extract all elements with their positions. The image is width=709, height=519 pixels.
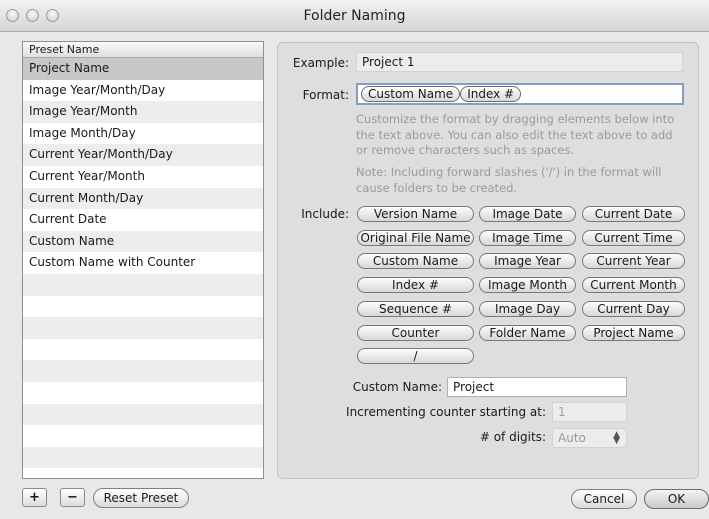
include-element-token[interactable]: Current Date [582, 206, 685, 222]
example-field: Project 1 [356, 52, 683, 72]
preset-list-item[interactable]: Project Name [23, 58, 263, 80]
preset-list-empty-row [23, 360, 263, 382]
format-help-text: Customize the format by dragging element… [356, 112, 675, 157]
include-element-token[interactable]: Project Name [582, 324, 685, 341]
preset-list[interactable]: Preset Name Project Name Image Year/Month… [22, 41, 264, 479]
include-element-token[interactable]: Current Day [582, 300, 685, 317]
include-element-token[interactable]: Image Time [479, 229, 576, 246]
format-field[interactable]: Custom Name Index # [356, 83, 684, 105]
format-token-custom-name[interactable]: Custom Name [361, 86, 461, 102]
include-element-token[interactable]: / [357, 348, 474, 365]
preset-list-empty-row [23, 317, 263, 339]
include-element-token[interactable]: Custom Name [357, 253, 474, 270]
include-element-token[interactable]: Version Name [357, 206, 474, 222]
preset-name-column-header[interactable]: Preset Name [23, 42, 263, 58]
format-label: Format: [302, 88, 349, 102]
preset-list-item[interactable]: Custom Name [23, 230, 263, 253]
include-element-token[interactable]: Image Date [479, 206, 576, 222]
custom-name-input[interactable]: Project [447, 377, 627, 397]
preset-list-empty-row [23, 425, 263, 447]
preset-list-empty-row [23, 446, 263, 469]
include-element-token[interactable]: Index # [357, 277, 474, 294]
include-element-token[interactable]: Image Day [479, 300, 576, 317]
example-label: Example: [292, 56, 349, 70]
title-bar: Folder Naming [0, 0, 709, 32]
preset-list-item[interactable]: Current Date [23, 209, 263, 231]
remove-preset-button[interactable]: − [60, 488, 85, 507]
preset-list-empty-row [23, 381, 263, 404]
include-element-token[interactable]: Current Year [582, 253, 685, 270]
custom-name-label: Custom Name: [352, 380, 442, 394]
digits-select-value: Auto [558, 431, 586, 445]
preset-list-empty-row [23, 273, 263, 296]
digits-label: # of digits: [479, 430, 546, 444]
include-element-token[interactable]: Folder Name [479, 324, 576, 341]
include-element-token[interactable]: Counter [357, 324, 474, 341]
include-element-token[interactable]: Original File Name [357, 229, 474, 246]
preset-list-item[interactable]: Image Year/Month/Day [23, 79, 263, 102]
cancel-button[interactable]: Cancel [571, 489, 637, 509]
preset-list-empty-row [23, 403, 263, 426]
format-token-index[interactable]: Index # [460, 86, 522, 102]
include-element-token[interactable]: Current Time [582, 229, 685, 246]
include-element-token[interactable]: Image Month [479, 277, 576, 294]
preset-list-empty-row [23, 295, 263, 318]
preset-list-item[interactable]: Current Year/Month/Day [23, 144, 263, 166]
include-element-token[interactable]: Image Year [479, 253, 576, 270]
stepper-arrows-icon: ▲ ▼ [613, 430, 620, 446]
preset-list-item[interactable]: Image Year/Month [23, 101, 263, 123]
preset-list-rows: Project Name Image Year/Month/Day Image Ye… [23, 58, 263, 469]
preset-list-empty-row [23, 338, 263, 361]
preset-list-item[interactable]: Custom Name with Counter [23, 252, 263, 274]
preset-list-item[interactable]: Current Year/Month [23, 165, 263, 188]
window-title: Folder Naming [303, 8, 406, 24]
ok-button[interactable]: OK [644, 489, 709, 509]
counter-start-label: Incrementing counter starting at: [346, 405, 546, 419]
digits-select[interactable]: Auto ▲ ▼ [552, 428, 627, 448]
include-label: Include: [301, 207, 349, 221]
include-element-token[interactable]: Current Month [582, 277, 685, 294]
preset-list-item[interactable]: Current Month/Day [23, 187, 263, 210]
slash-note-text: Note: Including forward slashes ('/') in… [356, 165, 662, 195]
reset-preset-button[interactable]: Reset Preset [93, 488, 189, 508]
counter-start-input[interactable]: 1 [552, 402, 627, 422]
include-element-token[interactable]: Sequence # [357, 300, 474, 317]
add-preset-button[interactable]: + [22, 488, 47, 507]
preset-list-item[interactable]: Image Month/Day [23, 122, 263, 145]
